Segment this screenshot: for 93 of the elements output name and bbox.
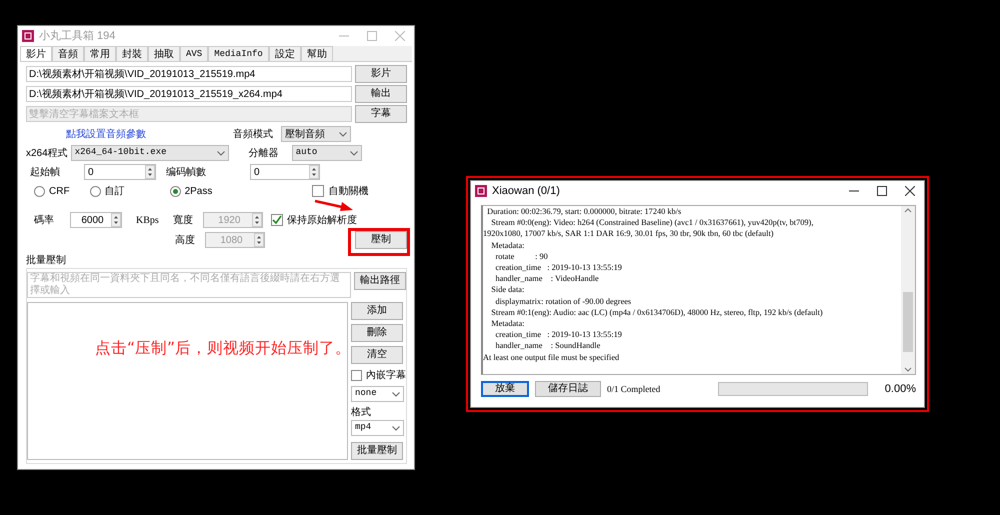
status-text: 0/1 Completed bbox=[607, 382, 660, 396]
log-line: 1920x1080, 17007 kb/s, SAR 1:1 DAR 16:9, 30.01 fps, 30 tbr, 90k tbn, 60 tbc (default) bbox=[483, 228, 775, 240]
spin-arrows-icon[interactable] bbox=[309, 165, 319, 179]
field-label: 音頻模式 bbox=[233, 128, 273, 142]
log-line: displaymatrix: rotation of -90.00 degrees bbox=[494, 296, 632, 307]
chevron-icon bbox=[216, 150, 225, 156]
radio-label: CRF bbox=[49, 184, 70, 198]
encode-button[interactable]: 壓制 bbox=[355, 231, 407, 249]
splitter-select[interactable]: auto bbox=[292, 145, 362, 161]
window-title: Xiaowan (0/1) bbox=[492, 184, 560, 199]
field-label: 碼率 bbox=[34, 214, 54, 228]
log-line: At least one output file must be specified bbox=[483, 352, 620, 363]
radio-label: 自訂 bbox=[104, 184, 125, 198]
log-line: Side data: bbox=[490, 284, 526, 296]
checkbox[interactable] bbox=[351, 370, 362, 381]
radio-label: 2Pass bbox=[184, 184, 212, 198]
scroll-down-icon[interactable] bbox=[904, 366, 912, 374]
batch-encode-button[interactable]: 批量壓制 bbox=[351, 442, 403, 460]
field-label: 高度 bbox=[175, 234, 195, 248]
unit-label: KBps bbox=[136, 214, 159, 228]
spin-arrows-icon[interactable] bbox=[111, 213, 121, 227]
path-field[interactable]: D:\视频素材\开箱视频\VID_20191013_215519_x264.mp4 bbox=[26, 86, 352, 102]
browse-button[interactable]: 影片 bbox=[355, 65, 407, 83]
tab[interactable]: 音頻 bbox=[52, 46, 84, 61]
checkbox-label: 自動關機 bbox=[328, 184, 368, 198]
group-title: 批量壓制 bbox=[26, 254, 67, 268]
checkbox-label: 內嵌字幕 bbox=[366, 368, 406, 383]
field-label: 寬度 bbox=[172, 214, 193, 228]
log-line: handler_name : SoundHandle bbox=[494, 340, 602, 352]
log-line: Duration: 00:02:36.79, start: 0.000000, bitrate: 17240 kb/s bbox=[486, 206, 682, 218]
log-line: Stream #0:1(eng): Audio: aac (LC) (mp4a / 0x6134706D), 48000 Hz, stereo, fltp, 192 kb/s (default) bbox=[490, 306, 824, 318]
tab[interactable]: 設定 bbox=[268, 46, 301, 61]
highlight-frame bbox=[348, 228, 410, 256]
spin-arrows-icon[interactable] bbox=[145, 165, 155, 179]
log-line: rotate : 90 bbox=[494, 250, 549, 262]
radio-button[interactable] bbox=[34, 186, 45, 196]
subtitle-select[interactable]: none bbox=[351, 386, 404, 402]
annotation-text: 点击“压制”后，则视频开始压制了。 bbox=[95, 338, 352, 359]
field-label: 格式 bbox=[351, 406, 372, 420]
height-spinbox: 1080 bbox=[205, 232, 265, 248]
tab[interactable]: 影片 bbox=[20, 46, 52, 61]
chevron-icon bbox=[392, 392, 400, 396]
log-line: creation_time : 2019-10-13 13:55:19 bbox=[494, 329, 623, 340]
tab[interactable]: AVS bbox=[180, 46, 208, 61]
maximize-icon[interactable] bbox=[877, 186, 887, 196]
radio-button[interactable] bbox=[90, 186, 101, 196]
browse-button[interactable]: 輸出 bbox=[355, 85, 407, 103]
dialog-button[interactable]: 放棄 bbox=[481, 381, 529, 398]
list-button[interactable]: 刪除 bbox=[351, 324, 403, 342]
progress-percent: 0.00% bbox=[884, 382, 916, 397]
tab[interactable]: 常用 bbox=[84, 46, 116, 61]
scroll-up-icon[interactable] bbox=[904, 206, 912, 214]
audio-settings-link[interactable]: 點我設置音頻參數 bbox=[66, 126, 146, 142]
log-line: handler_name : VideoHandle bbox=[494, 273, 600, 284]
app-icon bbox=[22, 30, 34, 42]
list-button[interactable]: 清空 bbox=[351, 346, 403, 364]
browse-button[interactable]: 字幕 bbox=[355, 105, 407, 123]
format-select[interactable]: mp4 bbox=[351, 420, 404, 436]
chevron-icon bbox=[350, 150, 358, 156]
checkbox[interactable] bbox=[270, 214, 283, 226]
frame-count-spinbox[interactable]: 0 bbox=[250, 164, 320, 180]
arrow-icon bbox=[314, 199, 354, 212]
scrollbar-thumb[interactable] bbox=[903, 292, 913, 352]
audio-mode-select[interactable]: 壓制音頻 bbox=[281, 126, 351, 142]
chevron-icon bbox=[339, 132, 347, 136]
width-spinbox: 1920 bbox=[202, 212, 263, 228]
path-field[interactable]: 雙擊清空字幕檔案文本框 bbox=[26, 106, 352, 122]
log-line: creation_time : 2019-10-13 13:55:19 bbox=[494, 262, 623, 274]
tab[interactable]: 封裝 bbox=[116, 46, 148, 61]
list-button[interactable]: 添加 bbox=[351, 302, 403, 320]
field-label: 分離器 bbox=[248, 146, 279, 160]
log-line: Stream #0:0(eng): Video: h264 (Constrained Baseline) (avc1 / 0x31637661), yuv420p(tv, bt709), bbox=[490, 217, 814, 228]
path-field[interactable]: D:\视频素材\开箱视频\VID_20191013_215519.mp4 bbox=[26, 66, 352, 82]
encoder-select[interactable]: x264_64-10bit.exe bbox=[70, 145, 229, 161]
dialog-button[interactable]: 儲存日誌 bbox=[535, 381, 601, 398]
log-line: Metadata: bbox=[490, 318, 526, 330]
close-icon[interactable] bbox=[905, 186, 915, 196]
tab[interactable]: 抽取 bbox=[148, 46, 180, 61]
log-line: Metadata: bbox=[490, 240, 526, 251]
field-label: x264程式 bbox=[26, 146, 68, 160]
window-title: 小丸工具箱 194 bbox=[39, 28, 116, 44]
field-label: 编码幀數 bbox=[166, 166, 206, 180]
tab[interactable]: MediaInfo bbox=[208, 46, 269, 61]
checkbox-label: 保持原始解析度 bbox=[286, 214, 357, 228]
start-frame-spinbox[interactable]: 0 bbox=[84, 164, 156, 180]
app-icon bbox=[475, 185, 487, 197]
checkbox[interactable] bbox=[312, 185, 324, 197]
field-label: 起始幀 bbox=[30, 166, 60, 180]
bitrate-spinbox[interactable]: 6000 bbox=[70, 212, 122, 228]
output-path-button[interactable]: 輸出路徑 bbox=[354, 272, 406, 290]
chevron-icon bbox=[392, 426, 400, 430]
tab[interactable]: 幫助 bbox=[300, 46, 333, 61]
radio-button[interactable] bbox=[170, 186, 181, 196]
